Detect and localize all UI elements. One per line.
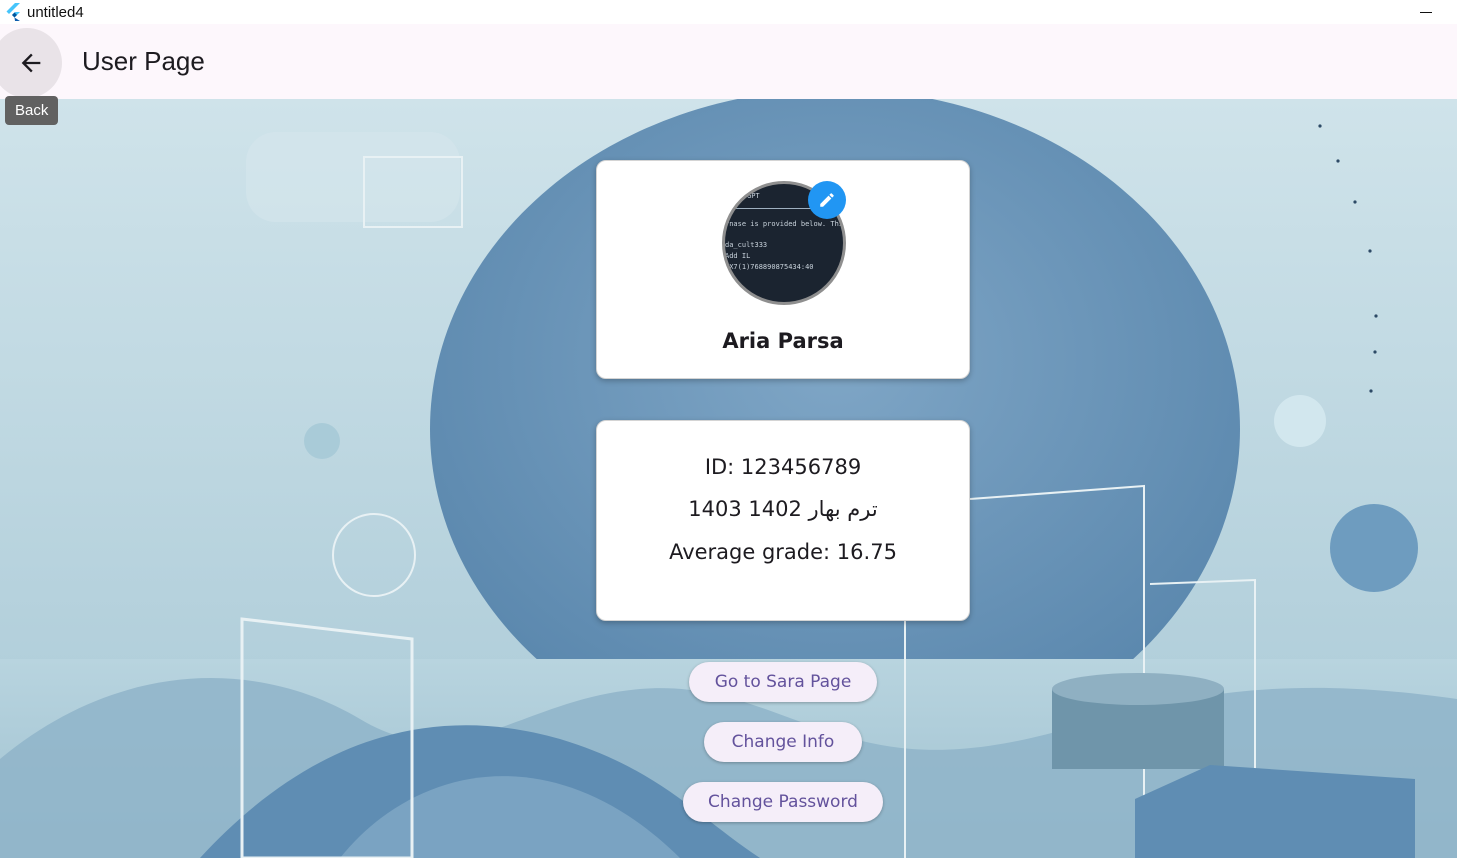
- user-name: Aria Parsa: [722, 329, 844, 353]
- average-grade: Average grade: 16.75: [669, 540, 897, 564]
- pencil-icon: [820, 193, 834, 207]
- back-button[interactable]: [0, 28, 62, 98]
- avatar-snippet-text: 2X7(1)768890875434:40: [725, 263, 814, 271]
- app-bar: User Page: [0, 24, 1457, 99]
- info-card: ID: 123456789 ترم بهار 1402 1403 Average…: [596, 420, 970, 621]
- window-titlebar: untitled4: [0, 0, 1457, 24]
- minimize-icon: [1420, 11, 1432, 13]
- change-info-button[interactable]: Change Info: [704, 722, 862, 762]
- profile-card: GPT rnase is provided below. This inform…: [596, 160, 970, 379]
- page-title: User Page: [82, 46, 205, 76]
- avatar-snippet-text: rnase is provided below. This informatio…: [725, 220, 846, 228]
- flutter-logo-icon: [6, 3, 20, 21]
- avatar-snippet-text: Add IL: [725, 252, 751, 260]
- minimize-button[interactable]: [1418, 4, 1434, 20]
- go-to-sara-page-button[interactable]: Go to Sara Page: [689, 662, 877, 702]
- change-password-button[interactable]: Change Password: [683, 782, 883, 822]
- term-info: ترم بهار 1402 1403: [688, 497, 878, 521]
- avatar-snippet-text: da_cult333: [725, 241, 768, 249]
- avatar-snippet-text: GPT: [747, 192, 760, 200]
- student-id: ID: 123456789: [704, 455, 862, 479]
- window-title: untitled4: [27, 3, 84, 21]
- back-tooltip: Back: [5, 96, 59, 125]
- arrow-back-icon: [21, 53, 41, 73]
- edit-avatar-button[interactable]: [808, 181, 846, 219]
